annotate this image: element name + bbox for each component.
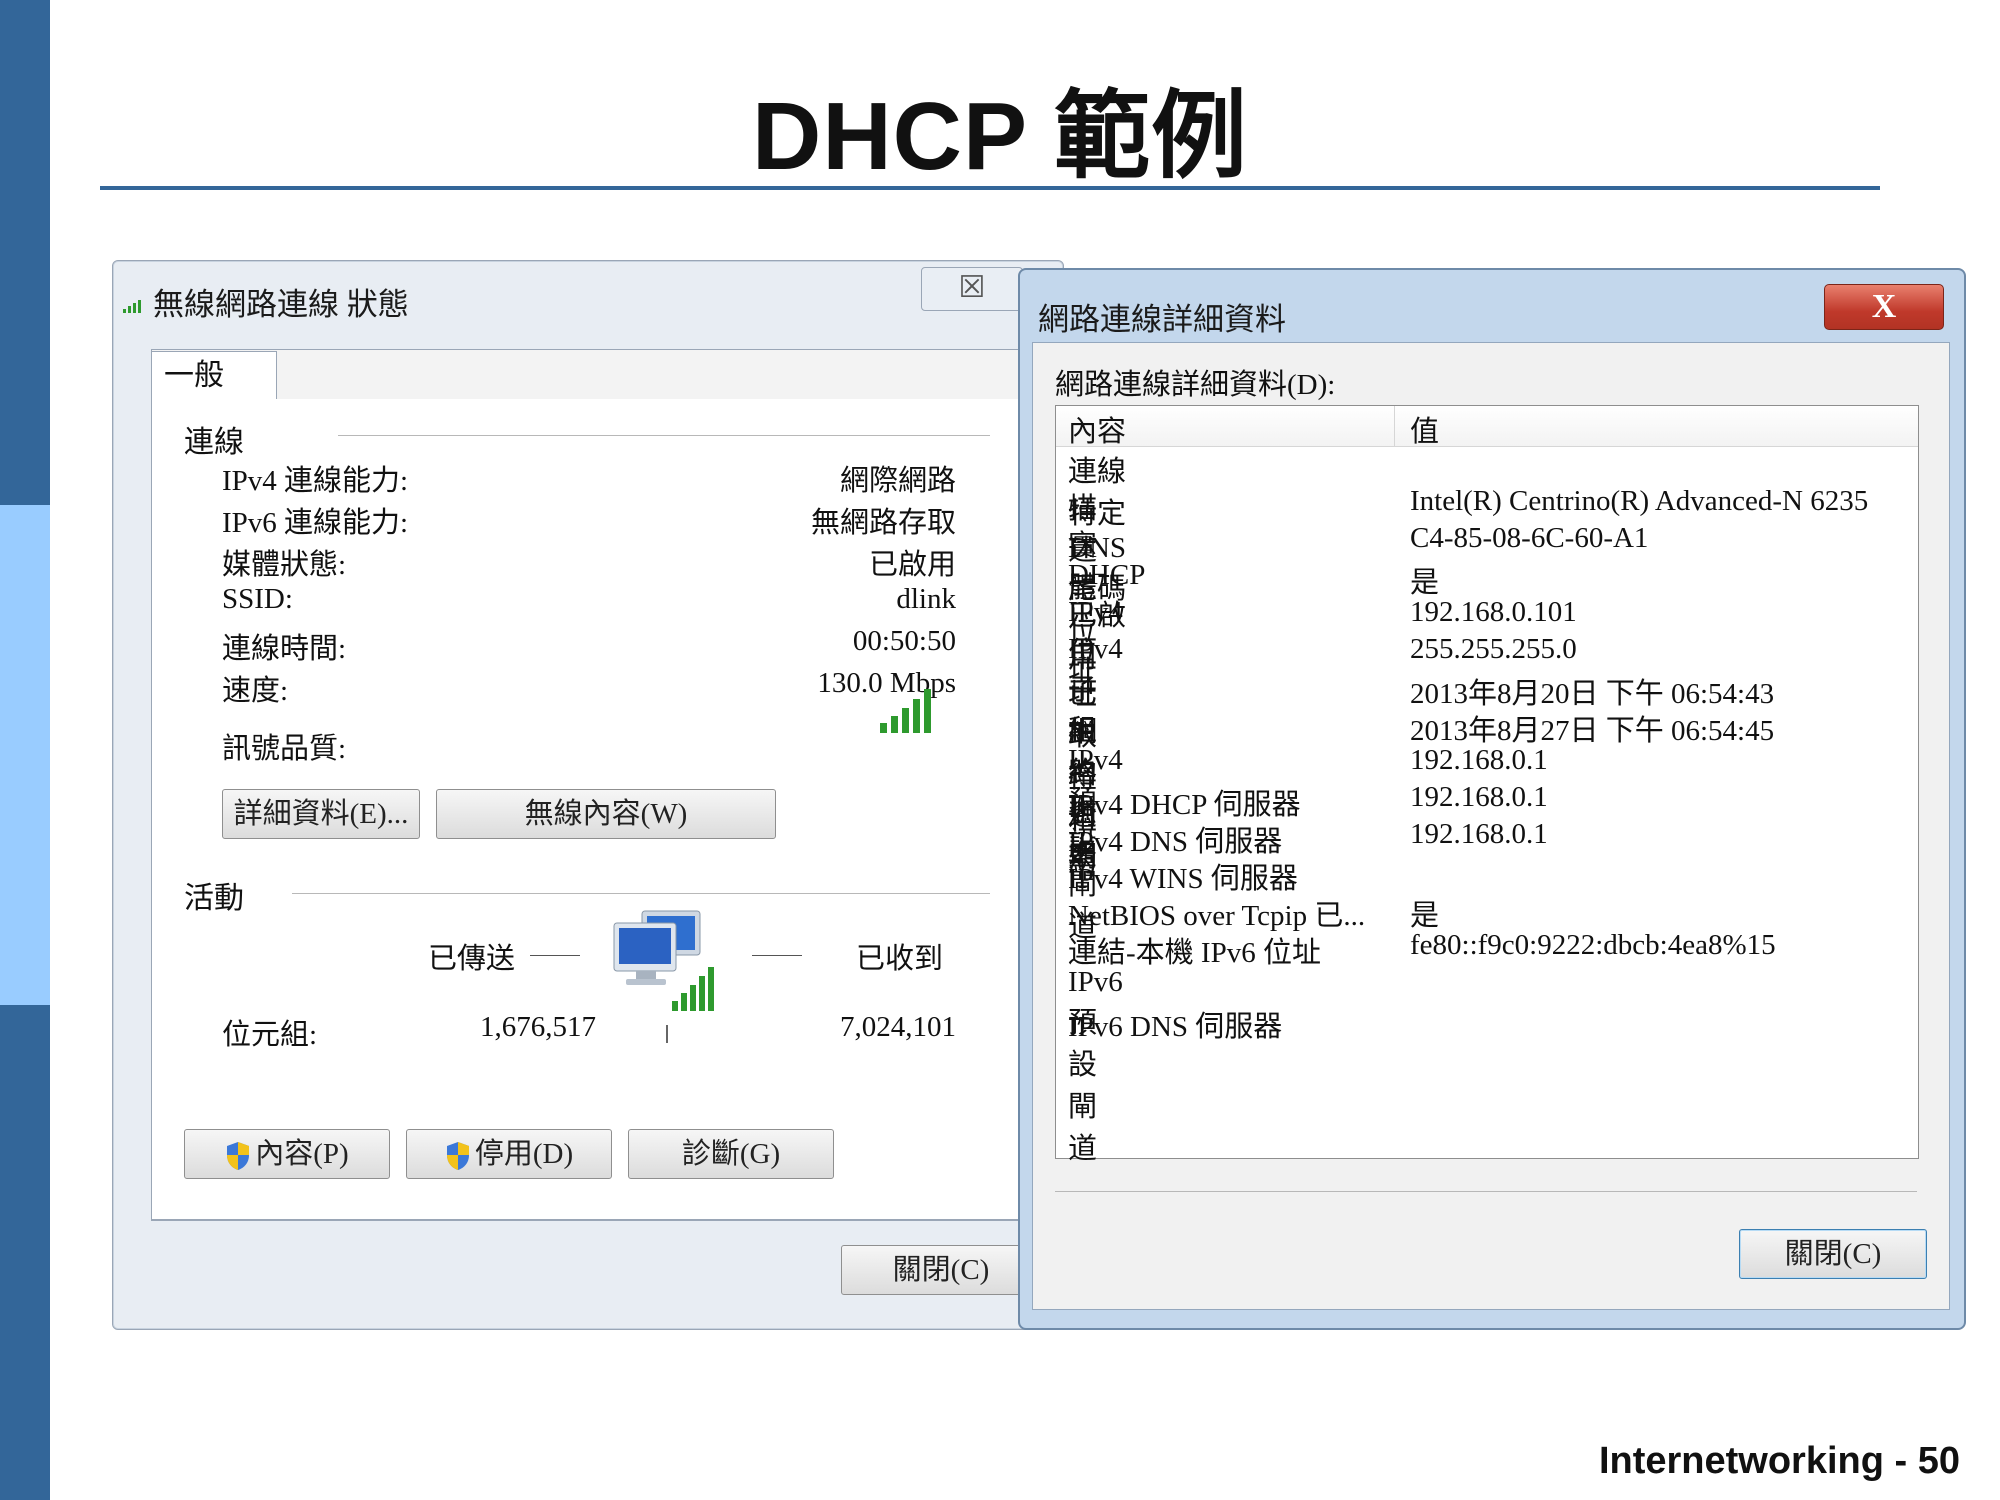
details-list[interactable]: 內容 值 連線特定 DNS 尾碼 描述 Intel(R) Centrino(R) … [1055,405,1919,1165]
value-cell: fe80::f9c0:9222:dbcb:4ea8%15 [1410,929,1776,961]
general-panel: 連線 IPv4 連線能力: 網際網路 IPv6 連線能力: 無網路存取 媒體狀態… [151,399,1033,1220]
signal-strength-icon [880,689,931,733]
value-cell: C4-85-08-6C-60-A1 [1410,522,1649,554]
sent-line [530,955,580,956]
property-cell: IPv4 DHCP 伺服器 [1068,789,1301,821]
value-cell: 192.168.0.101 [1410,596,1577,628]
group-divider [292,893,990,894]
uac-shield-icon [227,1142,250,1171]
duration-value: 00:50:50 [852,625,956,657]
ssid-value: dlink [896,583,956,615]
window-body: 網路連線詳細資料(D): 內容 值 連線特定 DNS 尾碼 描述 Intel(R)… [1032,342,1950,1310]
slide-title: DHCP 範例 [752,83,1248,190]
wireless-status-window: 無線網路連線 狀態 ☒ 一般 連線 IPv4 連線能力: 網際網路 IPv6 連… [112,260,1064,1330]
window-title: 網路連線詳細資料 [1038,302,1286,337]
bytes-received-value: 7,024,101 [840,1011,956,1043]
uac-shield-icon [446,1142,469,1171]
property-cell: 連結-本機 IPv6 位址 [1068,937,1321,969]
ipv4-connectivity-value: 網際網路 [839,465,956,497]
speed-label: 速度: [222,675,289,707]
disable-button-label: 停用(D) [474,1138,574,1170]
value-cell: 2013年8月20日 下午 06:54:43 [1410,678,1775,710]
signal-quality-label: 訊號品質: [222,733,347,765]
close-button[interactable]: 關閉(C) [841,1245,1041,1295]
value-cell: 2013年8月27日 下午 06:54:45 [1410,715,1775,747]
slide-side-bar-accent [0,505,50,1005]
media-state-value: 已啟用 [868,549,956,581]
column-divider [1394,406,1395,446]
value-cell: 是 [1410,900,1440,932]
bytes-sent-value: 1,676,517 [480,1011,596,1043]
list-header: 內容 值 [1056,406,1918,450]
details-button[interactable]: 詳細資料(E)... [222,789,420,839]
property-cell: NetBIOS over Tcpip 已... [1068,900,1366,932]
property-cell: IPv4 DNS 伺服器 [1068,826,1283,858]
window-title: 無線網路連線 狀態 [153,287,409,322]
properties-button-label: 內容(P) [255,1138,349,1170]
column-header-value[interactable]: 值 [1410,408,1439,450]
title-divider [100,186,1880,190]
details-list-label: 網路連線詳細資料(D): [1055,369,1336,401]
diagnose-button[interactable]: 診斷(G) [628,1129,834,1179]
received-label: 已收到 [856,943,944,975]
value-cell: 192.168.0.1 [1410,781,1548,813]
value-cell: 192.168.0.1 [1410,744,1548,776]
ssid-label: SSID: [222,583,293,615]
group-divider [338,435,990,436]
properties-button[interactable]: 內容(P) [184,1129,390,1179]
close-button[interactable]: 關閉(C) [1739,1229,1927,1279]
received-line [752,955,802,956]
duration-label: 連線時間: [222,633,347,665]
ipv6-connectivity-value: 無網路存取 [810,507,956,539]
value-cell: 是 [1410,567,1440,599]
tab-general[interactable]: 一般 [151,351,277,400]
slide-footer: Internetworking - 50 [1598,1440,1960,1482]
group-activity-label: 活動 [184,882,244,915]
group-connection-label: 連線 [184,426,244,459]
value-cell: 192.168.0.1 [1410,818,1548,850]
media-state-label: 媒體狀態: [222,549,347,581]
network-computers-icon [613,910,714,1011]
wireless-properties-button[interactable]: 無線內容(W) [436,789,776,839]
property-cell: IPv4 WINS 伺服器 [1068,863,1298,895]
disable-button[interactable]: 停用(D) [406,1129,612,1179]
wireless-signal-icon [123,300,141,313]
network-details-window: 網路連線詳細資料 X 網路連線詳細資料(D): 內容 值 連線特定 DNS 尾碼… [1018,268,1966,1330]
property-cell: IPv6 預設閘道 [1068,966,1123,1165]
ipv4-connectivity-label: IPv4 連線能力: [222,465,409,497]
column-header-property[interactable]: 內容 [1068,408,1126,450]
ipv6-connectivity-label: IPv6 連線能力: [222,507,409,539]
close-icon[interactable]: ☒ [921,267,1023,311]
close-icon[interactable]: X [1824,284,1944,330]
value-cell: Intel(R) Centrino(R) Advanced-N 6235 [1410,485,1869,517]
sent-label: 已傳送 [428,943,516,975]
footer-divider [1055,1191,1917,1192]
value-cell: 255.255.255.0 [1410,633,1577,665]
property-cell: IPv6 DNS 伺服器 [1068,1011,1283,1043]
